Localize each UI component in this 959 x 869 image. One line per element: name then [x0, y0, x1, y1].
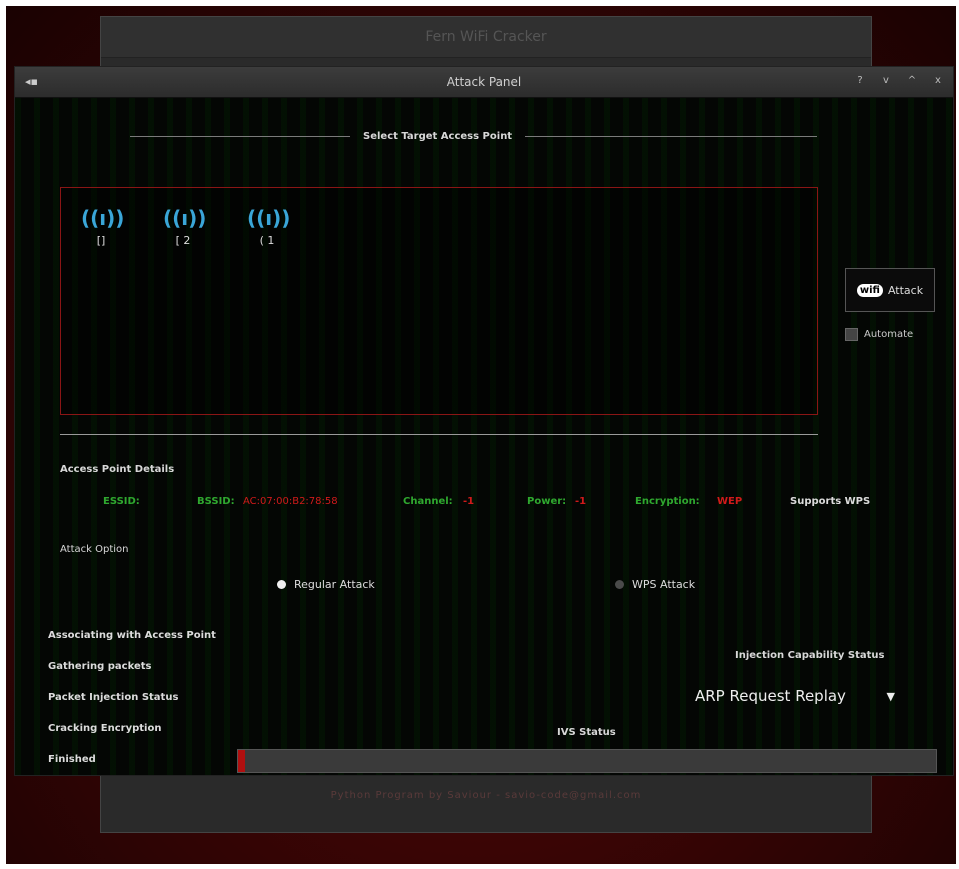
status-injection: Packet Injection Status — [48, 692, 179, 703]
power-label: Power: — [527, 496, 567, 507]
separator-line — [60, 434, 818, 435]
access-point-list[interactable]: ((ı)) [] ((ı)) [ 2 ((ı)) ( 1 — [60, 187, 818, 415]
maximize-button[interactable]: ^ — [905, 74, 919, 88]
channel-label: Channel: — [403, 496, 453, 507]
attack-button[interactable]: wifi Attack — [845, 268, 935, 312]
automate-label: Automate — [864, 329, 914, 340]
access-point-item[interactable]: ((ı)) [] — [81, 206, 125, 247]
group-line-left — [130, 136, 350, 137]
attack-option-heading: Attack Option — [60, 544, 129, 555]
bssid-value: AC:07:00:B2:78:58 — [243, 496, 338, 507]
regular-attack-radio[interactable]: Regular Attack — [277, 578, 375, 591]
automate-option[interactable]: Automate — [845, 328, 913, 341]
power-value: -1 — [575, 496, 587, 507]
wifi-logo-icon: wifi — [856, 283, 883, 297]
status-finished: Finished — [48, 754, 96, 765]
radio-unselected-icon — [615, 580, 624, 589]
attack-button-label: Attack — [887, 283, 924, 297]
wps-attack-label: WPS Attack — [632, 578, 696, 591]
group-line-right — [525, 136, 817, 137]
regular-attack-label: Regular Attack — [294, 578, 375, 591]
wifi-antenna-icon: ((ı)) — [247, 206, 291, 230]
help-button[interactable]: ? — [853, 74, 867, 88]
access-point-item[interactable]: ((ı)) [ 2 — [163, 206, 207, 247]
wifi-antenna-icon: ((ı)) — [163, 206, 207, 230]
wifi-antenna-icon: ((ı)) — [81, 206, 125, 230]
shade-button[interactable]: v — [879, 74, 893, 88]
window-title: Attack Panel — [446, 75, 522, 89]
injection-capability-label: Injection Capability Status — [735, 650, 885, 661]
status-cracking: Cracking Encryption — [48, 723, 162, 734]
automate-checkbox[interactable] — [845, 328, 858, 341]
essid-label: ESSID: — [103, 496, 140, 507]
ivs-status-label: IVS Status — [557, 727, 616, 738]
close-button[interactable]: x — [931, 74, 945, 88]
access-point-label: [] — [96, 234, 106, 247]
ivs-progress-bar — [237, 749, 937, 773]
attack-panel-window: ◂▪ Attack Panel ? v ^ x Select Target Ac… — [14, 66, 954, 776]
select-target-label: Select Target Access Point — [363, 131, 513, 142]
bssid-label: BSSID: — [197, 496, 235, 507]
status-gathering: Gathering packets — [48, 661, 152, 672]
encryption-label: Encryption: — [635, 496, 700, 507]
dropdown-arrow-icon: ▼ — [886, 689, 895, 703]
access-point-label: [ 2 — [175, 234, 191, 247]
desktop-background: Fern WiFi Cracker Python Program by Savi… — [6, 6, 956, 864]
attack-type-dropdown[interactable]: ARP Request Replay ▼ — [695, 684, 895, 708]
progress-fill — [238, 750, 245, 772]
background-window-footer: Python Program by Saviour - savio-code@g… — [330, 790, 642, 801]
encryption-value: WEP — [717, 496, 743, 507]
access-point-label: ( 1 — [259, 234, 275, 247]
attack-type-selected: ARP Request Replay — [695, 687, 846, 705]
radio-selected-icon — [277, 580, 286, 589]
wps-attack-radio[interactable]: WPS Attack — [615, 578, 695, 591]
access-point-item[interactable]: ((ı)) ( 1 — [247, 206, 291, 247]
status-associating: Associating with Access Point — [48, 630, 216, 641]
access-point-details-heading: Access Point Details — [60, 464, 175, 475]
channel-value: -1 — [463, 496, 475, 507]
title-bar[interactable]: ◂▪ Attack Panel ? v ^ x — [15, 67, 953, 98]
supports-wps-label: Supports WPS — [790, 496, 871, 507]
matrix-background: Select Target Access Point ((ı)) [] ((ı)… — [15, 98, 953, 775]
background-window-title: Fern WiFi Cracker — [101, 17, 871, 58]
